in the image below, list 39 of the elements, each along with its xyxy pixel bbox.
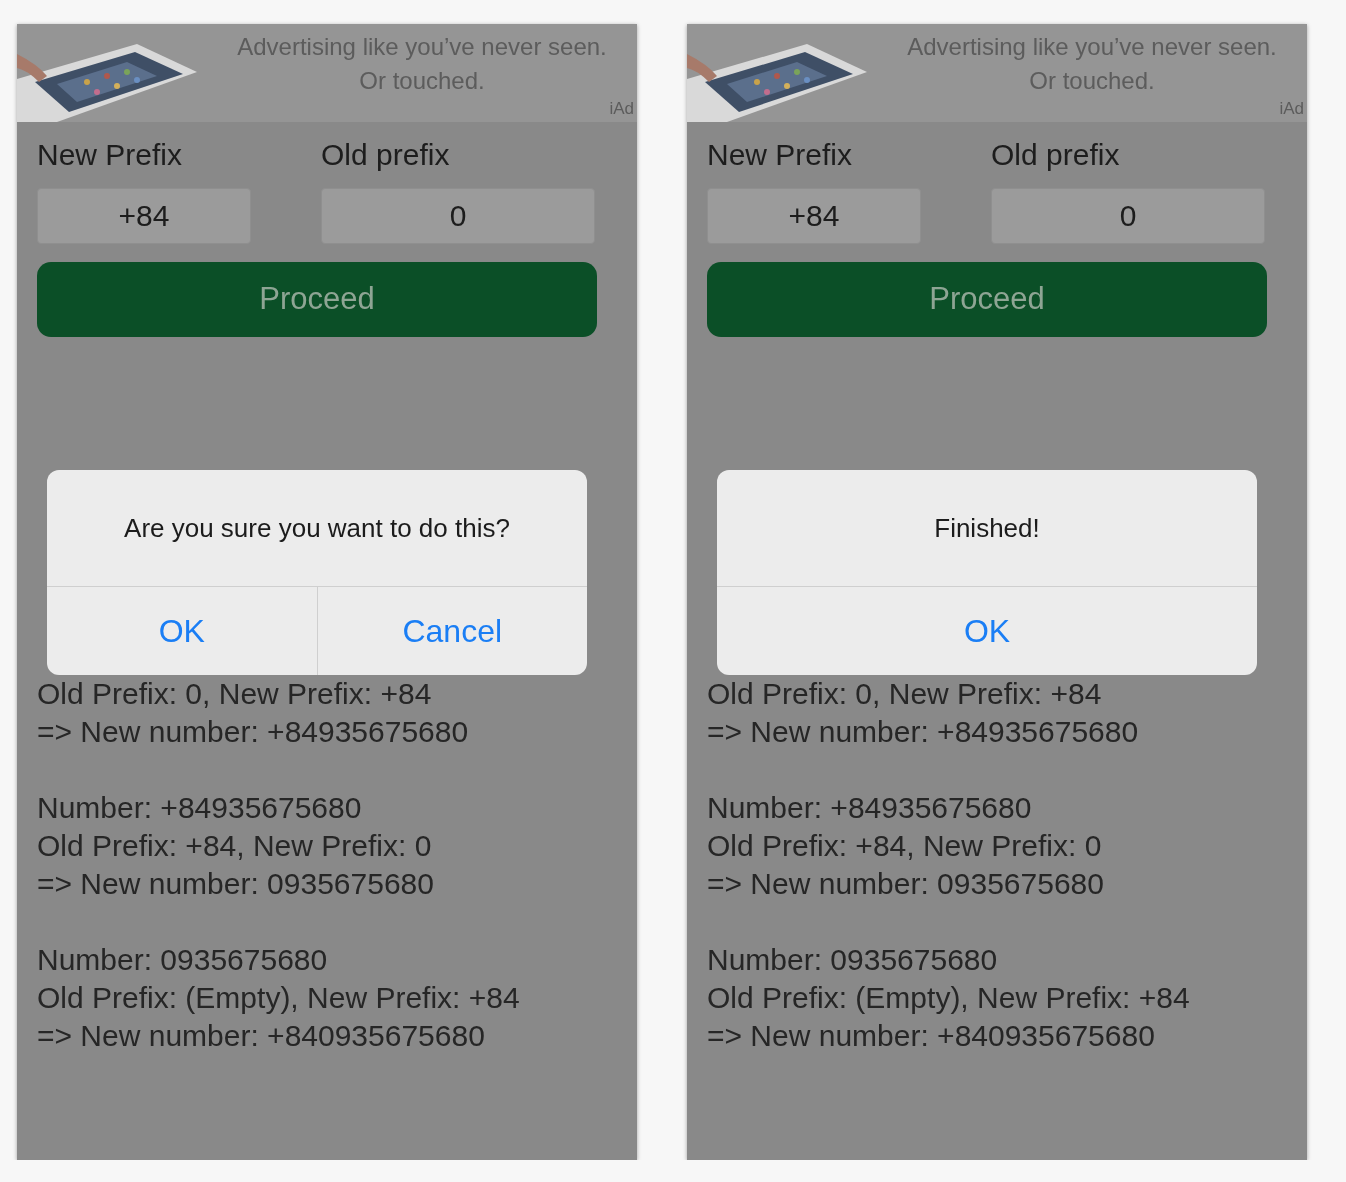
log-line: Old Prefix: +84, New Prefix: 0: [707, 828, 1103, 864]
log-line: => New number: 0935675680: [37, 866, 435, 902]
log-line: => New number: 0935675680: [707, 866, 1105, 902]
log-line: Old Prefix: 0, New Prefix: +84: [707, 676, 1103, 712]
proceed-button[interactable]: Proceed: [37, 262, 597, 337]
ad-banner[interactable]: Advertising like you’ve never seen. Or touched. iAd: [17, 24, 637, 122]
log-line: Old Prefix: +84, New Prefix: 0: [37, 828, 433, 864]
ad-subline: Or touched.: [1028, 66, 1156, 96]
ad-label: iAd: [1279, 97, 1304, 120]
log-line: Number: 0935675680: [707, 942, 999, 978]
ad-banner[interactable]: Advertising like you’ve never seen. Or touched. iAd: [687, 24, 1307, 122]
new-prefix-label: New Prefix: [707, 137, 854, 170]
old-prefix-field[interactable]: 0: [321, 188, 595, 244]
log-line: Old Prefix: 0, New Prefix: +84: [37, 676, 433, 712]
alert-button[interactable]: Cancel: [316, 587, 587, 675]
alert-button[interactable]: OK: [717, 587, 1257, 675]
ad-headline: Advertising like you’ve never seen.: [236, 32, 608, 62]
old-prefix-field[interactable]: 0: [991, 188, 1265, 244]
ad-label: iAd: [609, 97, 634, 120]
new-prefix-field[interactable]: +84: [37, 188, 251, 244]
ad-subline: Or touched.: [358, 66, 486, 96]
log-line: Old Prefix: (Empty), New Prefix: +84: [707, 980, 1191, 1016]
log-line: Old Prefix: (Empty), New Prefix: +84: [37, 980, 521, 1016]
new-prefix-field[interactable]: +84: [707, 188, 921, 244]
alert-message: Finished!: [934, 511, 1040, 545]
log-line: Number: +84935675680: [707, 790, 1033, 826]
log-line: => New number: +84935675680: [37, 714, 470, 750]
alert-button[interactable]: OK: [47, 587, 317, 675]
log-line: => New number: +84935675680: [707, 714, 1140, 750]
log-line: => New number: +840935675680: [707, 1018, 1156, 1054]
new-prefix-label: New Prefix: [37, 137, 184, 170]
log-line: Number: +84935675680: [37, 790, 363, 826]
ad-headline: Advertising like you’ve never seen.: [906, 32, 1278, 62]
proceed-button[interactable]: Proceed: [707, 262, 1267, 337]
log-line: Number: 0935675680: [37, 942, 329, 978]
old-prefix-label: Old prefix: [991, 137, 1121, 170]
alert-message: Are you sure you want to do this?: [124, 511, 510, 545]
log-line: => New number: +840935675680: [37, 1018, 486, 1054]
old-prefix-label: Old prefix: [321, 137, 451, 170]
